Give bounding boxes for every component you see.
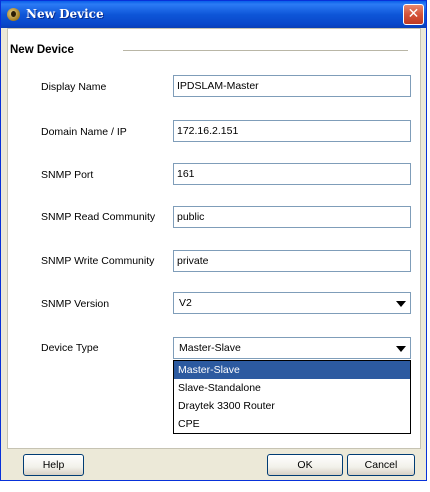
domain-label: Domain Name / IP bbox=[41, 126, 127, 138]
display-name-label: Display Name bbox=[41, 81, 107, 93]
window-title: New Device bbox=[26, 7, 104, 21]
close-button[interactable]: ✕ bbox=[403, 4, 424, 25]
option-slave-standalone[interactable]: Slave-Standalone bbox=[174, 379, 410, 397]
device-type-select[interactable]: Master-Slave bbox=[173, 337, 411, 359]
device-type-label: Device Type bbox=[41, 342, 99, 354]
device-type-options: Master-Slave Slave-Standalone Draytek 33… bbox=[173, 360, 411, 434]
snmp-port-label: SNMP Port bbox=[41, 169, 94, 181]
chevron-down-icon[interactable] bbox=[396, 301, 406, 307]
form-panel: New Device Display Name IPDSLAM-Master D… bbox=[7, 28, 421, 449]
button-bar: Help OK Cancel bbox=[7, 453, 421, 478]
help-button[interactable]: Help bbox=[23, 454, 84, 476]
ok-button[interactable]: OK bbox=[267, 454, 343, 476]
chevron-down-icon[interactable] bbox=[396, 346, 406, 352]
panel-legend: New Device bbox=[10, 44, 74, 56]
title-bar[interactable]: New Device ✕ bbox=[1, 1, 426, 28]
snmp-version-value: V2 bbox=[179, 297, 192, 309]
new-device-dialog: New Device ✕ New Device Display Name IPD… bbox=[0, 0, 427, 481]
app-logo-icon bbox=[7, 8, 20, 21]
snmp-port-input[interactable]: 161 bbox=[173, 163, 411, 185]
read-community-input[interactable]: public bbox=[173, 206, 411, 228]
option-cpe[interactable]: CPE bbox=[174, 415, 410, 433]
device-type-value: Master-Slave bbox=[179, 342, 241, 354]
write-community-input[interactable]: private bbox=[173, 250, 411, 272]
option-master-slave[interactable]: Master-Slave bbox=[174, 361, 410, 379]
legend-divider bbox=[123, 50, 408, 51]
option-draytek-router[interactable]: Draytek 3300 Router bbox=[174, 397, 410, 415]
snmp-version-label: SNMP Version bbox=[41, 298, 110, 310]
display-name-input[interactable]: IPDSLAM-Master bbox=[173, 75, 411, 97]
snmp-version-select[interactable]: V2 bbox=[173, 292, 411, 314]
write-community-label: SNMP Write Community bbox=[41, 255, 155, 267]
read-community-label: SNMP Read Community bbox=[41, 211, 156, 223]
domain-input[interactable]: 172.16.2.151 bbox=[173, 120, 411, 142]
cancel-button[interactable]: Cancel bbox=[347, 454, 415, 476]
